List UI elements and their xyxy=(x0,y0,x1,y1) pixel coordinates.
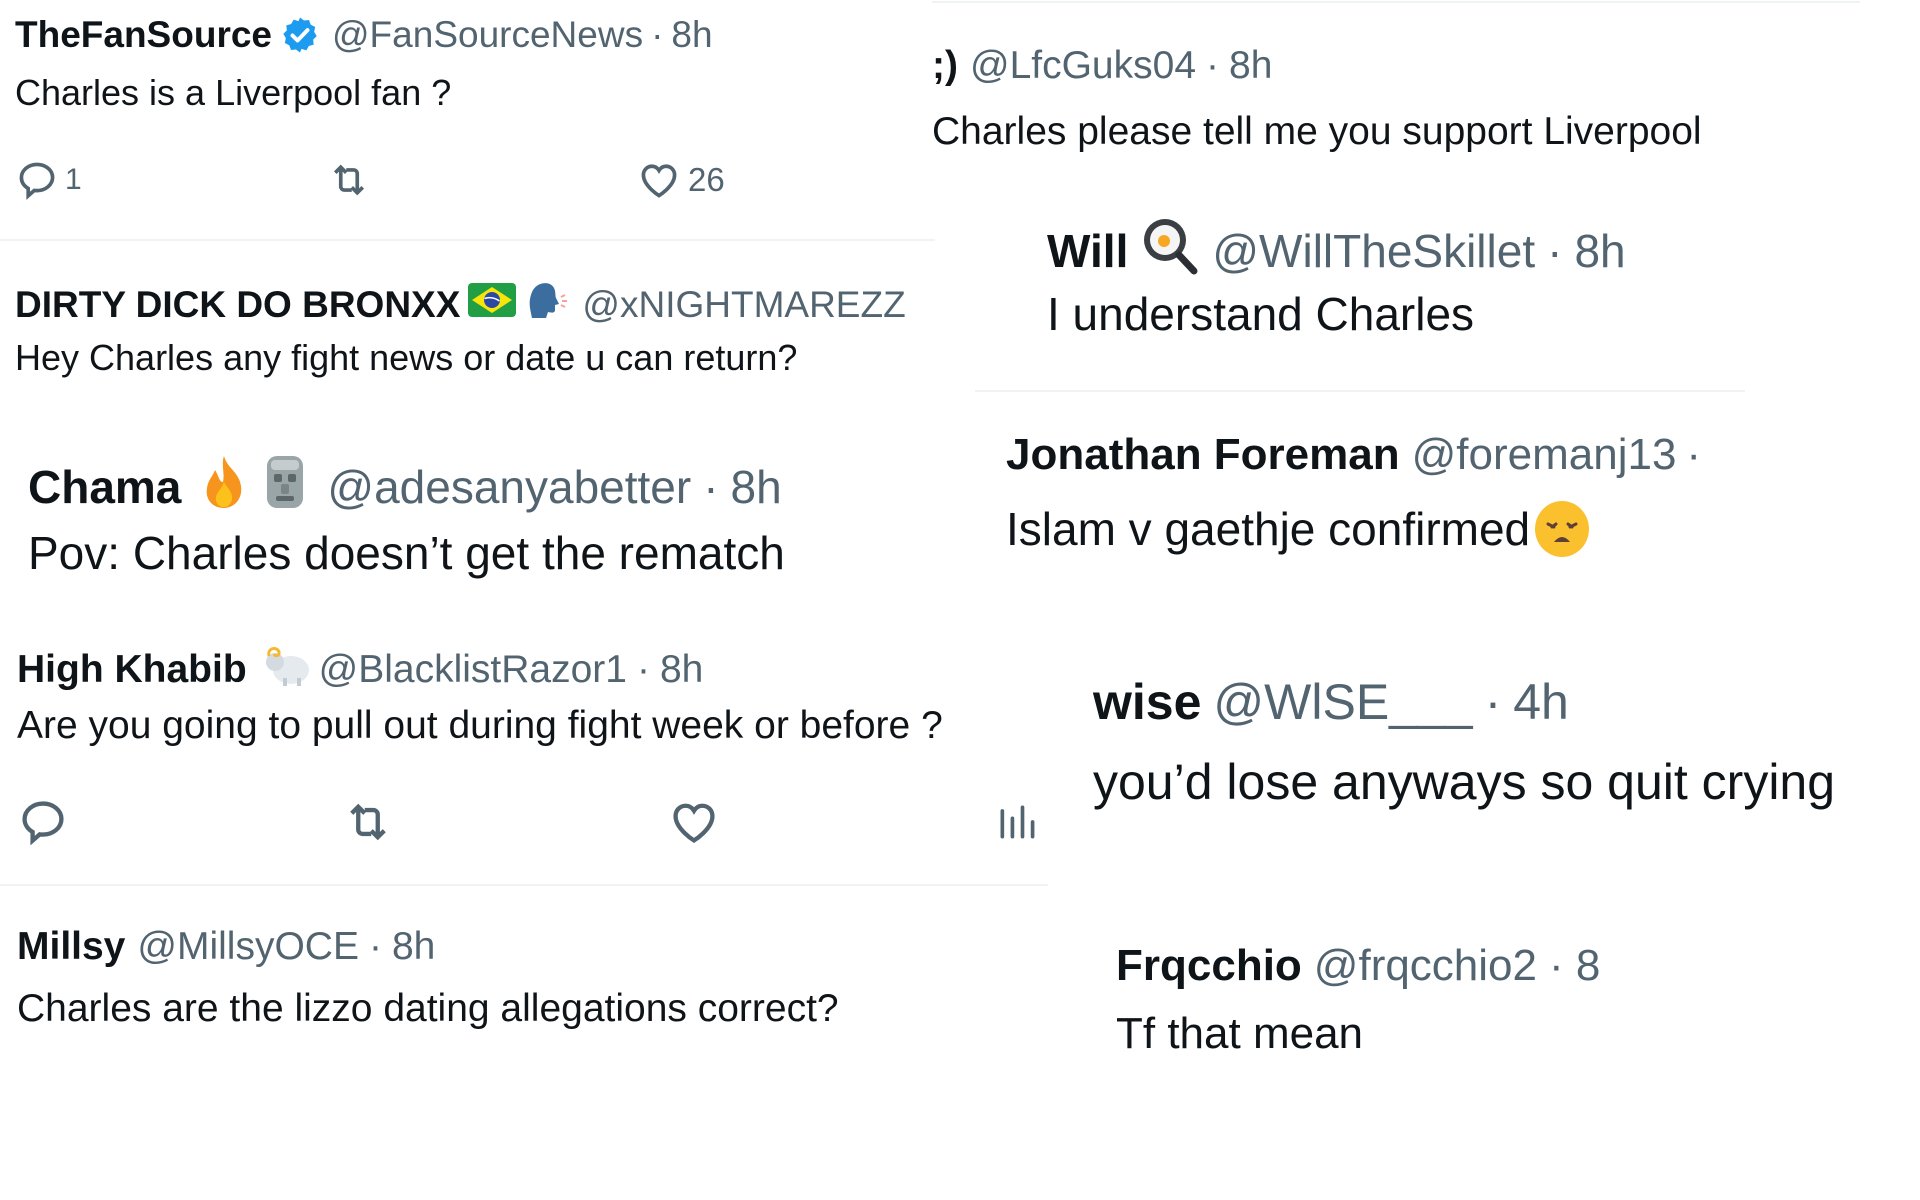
tweet-highkhabib: High Khabib @BlacklistRazor1 · 8h Are yo… xyxy=(0,630,1045,870)
timestamp-partial: · xyxy=(1686,430,1702,479)
tweet-jonathanforeman: Jonathan Foreman @foremanj13 · Islam v g… xyxy=(1000,420,1780,580)
separator-dot: · xyxy=(1206,44,1220,87)
divider xyxy=(932,1,1860,3)
views-button[interactable] xyxy=(995,796,1039,848)
timestamp[interactable]: 8h xyxy=(1229,44,1272,88)
author-handle[interactable]: @MillsyOCE xyxy=(137,925,359,969)
divider xyxy=(0,239,935,241)
author-handle[interactable]: @LfcGuks04 xyxy=(970,44,1196,88)
retweet-button[interactable] xyxy=(340,796,396,848)
tweet-will: Will @WillTheSkillet · 8h I understand C… xyxy=(1045,205,1805,365)
tweet-millsy: Millsy @MillsyOCE · 8h Charles are the l… xyxy=(0,905,1048,1065)
author-handle[interactable]: @frqcchio2 xyxy=(1314,941,1537,991)
tweet-header: ;) @LfcGuks04 · 8h xyxy=(932,44,1272,88)
timestamp[interactable]: 8h xyxy=(1574,224,1625,278)
tweet-text: Charles are the lizzo dating allegations… xyxy=(17,987,839,1030)
author-name[interactable]: DIRTY DICK DO BRONXX xyxy=(15,284,460,326)
heart-icon xyxy=(673,803,715,843)
views-icon xyxy=(1000,805,1035,839)
tweet-text: Charles is a Liverpool fan ? xyxy=(15,72,452,113)
author-handle[interactable]: @WillTheSkillet xyxy=(1212,224,1535,278)
brazil-flag-icon xyxy=(468,283,517,326)
separator-dot: · xyxy=(368,925,382,968)
reply-icon xyxy=(19,162,55,200)
timestamp[interactable]: 8h xyxy=(671,14,712,56)
tweet-lfcguks: ;) @LfcGuks04 · 8h Charles please tell m… xyxy=(932,20,1872,170)
tweet-text: Are you going to pull out during fight w… xyxy=(17,704,943,747)
separator-dot: · xyxy=(1547,224,1563,277)
tweet-text: you’d lose anyways so quit crying xyxy=(1093,754,1836,810)
fire-icon xyxy=(195,452,253,521)
tweet-header: Jonathan Foreman @foremanj13 · xyxy=(1006,430,1701,480)
author-name[interactable]: Millsy xyxy=(17,925,125,969)
author-name[interactable]: Will xyxy=(1047,224,1128,278)
tweet-header: wise @WlSE___ · 4h xyxy=(1093,673,1569,731)
speaking-head-icon xyxy=(524,278,570,331)
like-button[interactable] xyxy=(668,796,720,848)
author-handle[interactable]: @FanSourceNews xyxy=(332,14,643,56)
tweet-header: High Khabib @BlacklistRazor1 · 8h xyxy=(17,642,703,698)
timestamp[interactable]: 8h xyxy=(392,925,435,969)
author-handle[interactable]: @xNIGHTMAREZZ xyxy=(582,284,905,326)
tweet-thefansource: TheFanSource @FanSourceNews · 8h Charles… xyxy=(0,0,950,238)
separator-dot: · xyxy=(1484,674,1502,730)
verified-badge-icon xyxy=(280,15,320,55)
author-name[interactable]: Chama xyxy=(28,460,181,514)
author-name[interactable]: wise xyxy=(1093,673,1201,731)
timestamp-partial: · 8 xyxy=(1549,941,1601,990)
author-handle[interactable]: @foremanj13 xyxy=(1412,430,1677,480)
tweet-header: Millsy @MillsyOCE · 8h xyxy=(17,925,435,969)
tweet-frqcchio: Frqcchio @frqcchio2 · 8 Tf that mean xyxy=(1110,935,1615,1075)
separator-dot: · xyxy=(636,648,650,691)
separator-dot: · xyxy=(651,14,664,55)
reply-count: 1 xyxy=(65,163,82,196)
like-count: 26 xyxy=(688,161,725,198)
ram-icon xyxy=(261,642,311,698)
divider xyxy=(0,884,1048,886)
author-handle[interactable]: @WlSE___ xyxy=(1213,673,1472,731)
like-button[interactable]: 26 xyxy=(636,158,725,202)
heart-icon xyxy=(641,164,677,198)
tweet-wise: wise @WlSE___ · 4h you’d lose anyways so… xyxy=(1090,665,1920,835)
author-handle[interactable]: @BlacklistRazor1 xyxy=(319,648,627,692)
author-name[interactable]: ;) xyxy=(932,44,958,88)
tired-face-icon xyxy=(1534,500,1590,558)
tweet-header: DIRTY DICK DO BRONXX @xNIGHTMAREZZ xyxy=(15,278,906,331)
author-name[interactable]: TheFanSource xyxy=(15,14,272,56)
author-handle[interactable]: @adesanyabetter xyxy=(327,460,691,514)
tweet-text: Pov: Charles doesn’t get the rematch xyxy=(28,527,785,579)
tweet-header: Will @WillTheSkillet · 8h xyxy=(1047,215,1626,286)
divider xyxy=(975,390,1745,392)
tweet-chama: Chama @adesanyabetter · 8h Pov: Charles … xyxy=(0,440,935,600)
tweet-text: Hey Charles any fight news or date u can… xyxy=(15,337,798,378)
tweet-text-content: Islam v gaethje confirmed xyxy=(1006,503,1531,555)
tweet-text: Tf that mean xyxy=(1116,1009,1364,1058)
timestamp[interactable]: 4h xyxy=(1513,673,1569,731)
reply-icon xyxy=(22,801,64,846)
reply-button[interactable]: 1 xyxy=(15,158,82,202)
separator-dot: · xyxy=(703,460,719,513)
tweet-header: TheFanSource @FanSourceNews · 8h xyxy=(15,14,713,56)
tweet-text: I understand Charles xyxy=(1047,288,1475,340)
tweet-header: Chama @adesanyabetter · 8h xyxy=(28,452,782,521)
reply-button[interactable] xyxy=(17,796,69,848)
retweet-icon xyxy=(350,803,386,841)
tweet-text: Charles please tell me you support Liver… xyxy=(932,110,1702,153)
tweet-dirtydick: DIRTY DICK DO BRONXX @xNIGHTMAREZZ Hey C… xyxy=(0,242,935,402)
timestamp[interactable]: 8h xyxy=(660,648,703,692)
tweet-header: Frqcchio @frqcchio2 · 8 xyxy=(1116,941,1600,991)
frying-pan-icon xyxy=(1140,215,1198,286)
retweet-icon xyxy=(333,164,365,196)
author-name[interactable]: Frqcchio xyxy=(1116,941,1302,991)
tweet-text: Islam v gaethje confirmed xyxy=(1006,500,1590,558)
timestamp[interactable]: 8h xyxy=(731,460,782,514)
retweet-button[interactable] xyxy=(325,158,373,202)
author-name[interactable]: Jonathan Foreman xyxy=(1006,430,1400,480)
author-name[interactable]: High Khabib xyxy=(17,648,247,692)
moai-icon xyxy=(261,452,309,521)
